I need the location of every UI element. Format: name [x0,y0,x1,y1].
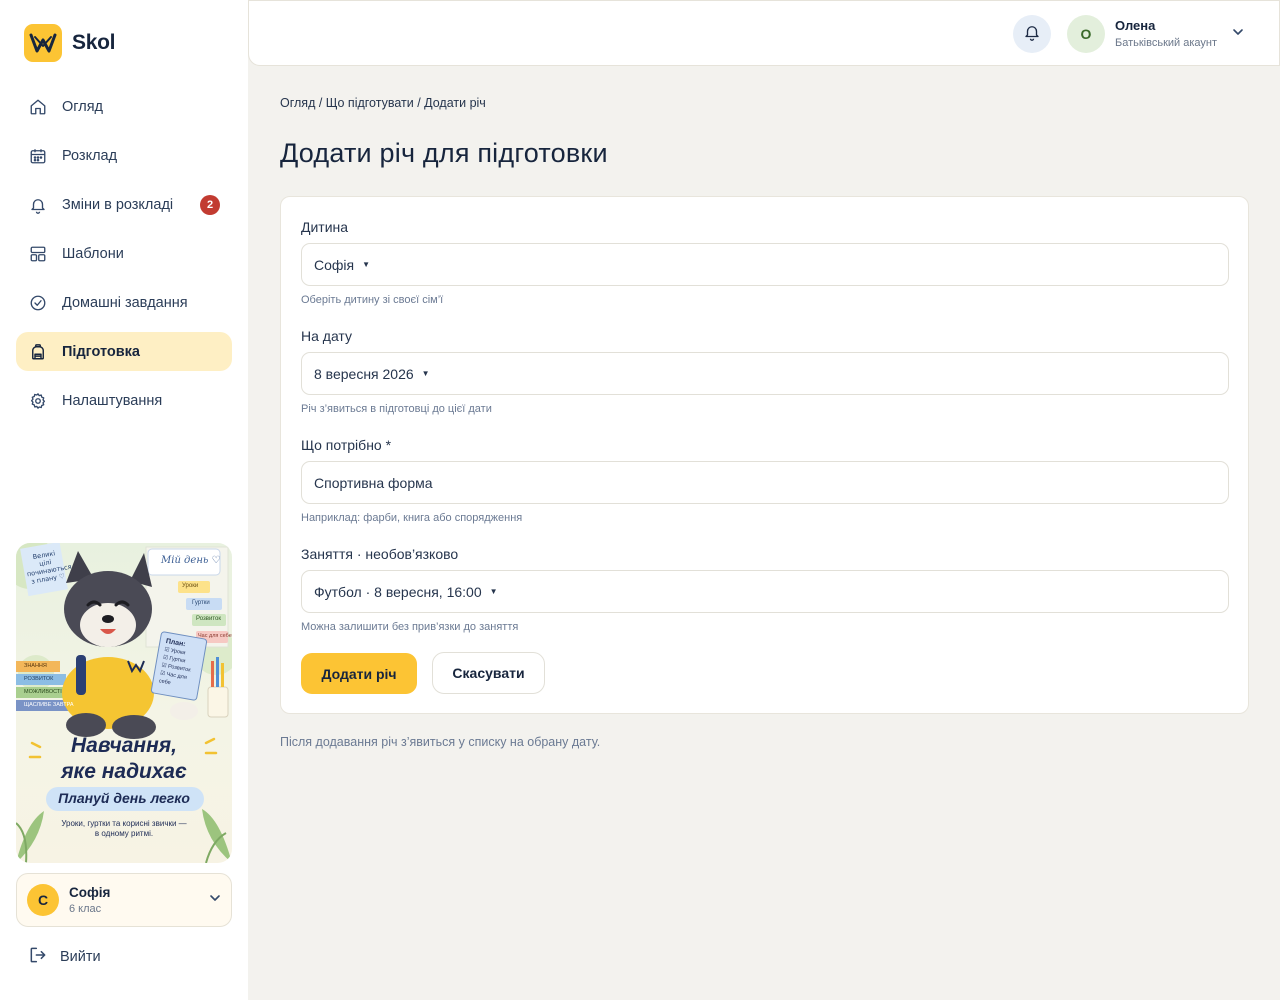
logo-mark-icon [24,24,62,62]
sidebar-item-label: Шаблони [62,245,124,262]
chevron-down-icon[interactable] [1232,25,1244,43]
topbar: О Олена Батьківський акаунт [248,0,1280,66]
sidebar-item-homework[interactable]: Домашні завдання [16,283,232,322]
promo-title-line: яке надихає [61,760,187,783]
activity-field-label: Заняття · необов’язково [301,546,459,562]
promo-caption-line: Уроки, гуртки та корисні звички — [61,819,187,828]
logo[interactable]: Skol [24,24,115,62]
promo-title: Навчання, яке надихає [16,733,232,785]
promo-board-tag: Гуртки [192,600,210,606]
sidebar-item-schedule-changes[interactable]: Зміни в розкладі 2 [16,185,232,224]
item-field-label: Що потрібно * [301,437,392,453]
sidebar-nav: Огляд Розклад Зміни в розкладі 2 Шаблони [16,87,232,430]
child-field-hint: Оберіть дитину зі своєї сім’ї [301,294,444,306]
date-select[interactable]: 8 вересня 2026 ▼ [301,352,1229,395]
promo-illustration: Великі цілі починаються з плану ♡ Мій де… [16,543,232,863]
backpack-icon [28,342,48,362]
avatar: С [27,884,59,916]
caret-down-icon: ▼ [362,260,371,269]
promo-caption: Уроки, гуртки та корисні звички — в одно… [16,819,232,839]
promo-book-label: РОЗВИТОК [24,676,54,682]
promo-book-label: ЩАСЛИВЕ ЗАВТРА [24,702,74,708]
child-name: Софія [69,885,111,900]
chevron-down-icon [209,891,221,909]
promo-board-tag: Уроки [182,583,199,589]
promo-title-line: Навчання, [71,734,177,757]
sidebar-item-label: Домашні завдання [62,294,188,311]
item-input-value: Спортивна форма [314,474,433,491]
child-select[interactable]: Софія ▼ [301,243,1229,286]
promo-book-label: МОЖЛИВОСТІ [24,689,62,695]
date-select-value: 8 вересня 2026 [314,365,414,382]
add-item-button[interactable]: Додати річ [301,653,417,694]
sidebar-item-settings[interactable]: Налаштування [16,381,232,420]
logout-icon [28,945,48,969]
date-field-label: На дату [301,328,353,344]
layout-icon [28,244,48,264]
sidebar-item-label: Зміни в розкладі [62,196,174,213]
item-input[interactable]: Спортивна форма [301,461,1229,504]
brand-name: Skol [72,31,116,54]
logout-label: Вийти [60,949,101,965]
check-circle-icon [28,293,48,313]
child-field-label: Дитина [301,219,349,235]
caret-down-icon: ▼ [421,369,430,378]
sidebar-item-label: Розклад [62,147,118,164]
home-icon [28,97,48,117]
child-grade: 6 клас [69,903,102,915]
promo-board-title: Мій день ♡ [161,555,221,566]
add-item-form: Дитина Софія ▼ Оберіть дитину зі своєї с… [280,196,1249,714]
child-select-value: Софія [314,256,355,273]
notifications-button[interactable] [1013,15,1051,53]
date-field-hint: Річ з’явиться в підготовці до цієї дати [301,403,492,415]
gear-icon [28,391,48,411]
bell-icon [28,195,48,215]
activity-select[interactable]: Футбол · 8 вересня, 16:00 ▼ [301,570,1229,613]
user-role: Батьківський акаунт [1115,37,1218,49]
page-title: Додати річ для підготовки [280,138,608,168]
sidebar-item-label: Налаштування [62,392,163,409]
sidebar-item-templates[interactable]: Шаблони [16,234,232,273]
user-name: Олена [1115,18,1156,33]
sidebar-item-label: Огляд [62,98,104,115]
sidebar-item-label: Підготовка [62,343,141,360]
avatar[interactable]: О [1067,15,1105,53]
child-switcher[interactable]: С Софія 6 клас [16,873,232,927]
logout-button[interactable]: Вийти [28,945,101,969]
promo-board-tag: Час для себе [198,633,232,639]
promo-sticky-note: Великі цілі починаються з плану ♡ [24,548,72,586]
cancel-button[interactable]: Скасувати [432,652,545,694]
breadcrumb[interactable]: Огляд / Що підготувати / Додати річ [280,96,486,110]
sidebar-item-schedule[interactable]: Розклад [16,136,232,175]
calendar-icon [28,146,48,166]
bell-icon [1023,23,1041,46]
promo-book-label: ЗНАННЯ [24,663,47,669]
form-footnote: Після додавання річ з’явиться у списку н… [280,735,601,749]
promo-board-tag: Розвиток [196,616,221,622]
caret-down-icon: ▼ [489,587,498,596]
sidebar: Skol Огляд Розклад Зміни в розкладі 2 Ша… [0,0,248,1000]
activity-select-value: Футбол · 8 вересня, 16:00 [314,583,482,600]
item-field-hint: Наприклад: фарби, книга або спорядження [301,512,523,524]
sidebar-item-overview[interactable]: Огляд [16,87,232,126]
notification-count-badge: 2 [200,194,220,215]
sidebar-item-preparation[interactable]: Підготовка [16,332,232,371]
promo-notebook: План: ☑ Уроки ☑ Гуртки ☑ Розвиток ☑ Час … [158,638,206,692]
promo-caption-line: в одному ритмі. [94,829,154,838]
activity-field-hint: Можна залишити без прив’язки до заняття [301,621,519,633]
promo-subtitle: Плануй день легко [58,790,190,806]
